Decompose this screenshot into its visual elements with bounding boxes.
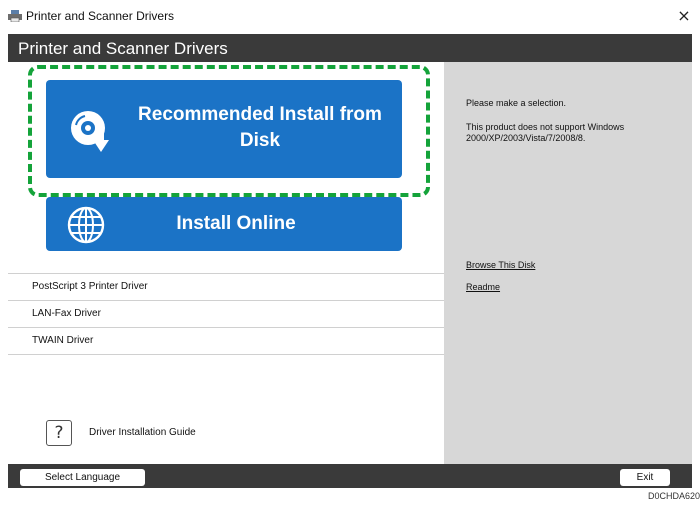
list-item-label: TWAIN Driver [32, 335, 94, 346]
browse-disk-link[interactable]: Browse This Disk [466, 260, 535, 270]
footer-bar: Select Language Exit [8, 464, 692, 488]
installation-guide-label: Driver Installation Guide [89, 427, 196, 438]
installer-window: Printer and Scanner Drivers × Printer an… [0, 0, 700, 505]
readme-link[interactable]: Readme [466, 282, 500, 292]
recommended-install-label: Recommended Install from Disk [138, 104, 382, 151]
exit-button[interactable]: Exit [620, 469, 670, 486]
list-item-postscript[interactable]: PostScript 3 Printer Driver [8, 273, 444, 300]
disc-download-icon [71, 111, 109, 152]
list-item-lan-fax[interactable]: LAN-Fax Driver [8, 300, 444, 327]
globe-icon [67, 206, 105, 244]
list-item-twain[interactable]: TWAIN Driver [8, 327, 444, 355]
right-panel: Please make a selection. This product do… [444, 62, 692, 464]
recommended-install-button[interactable]: Recommended Install from Disk [46, 80, 402, 178]
select-language-button[interactable]: Select Language [20, 469, 145, 486]
list-item-label: LAN-Fax Driver [32, 308, 101, 319]
close-button[interactable]: × [674, 6, 694, 26]
printer-icon [8, 10, 22, 22]
selection-message: Please make a selection. [466, 98, 567, 108]
page-title: Printer and Scanner Drivers [18, 39, 228, 58]
app-header: Printer and Scanner Drivers [8, 34, 692, 62]
install-online-button[interactable]: Install Online [46, 197, 402, 251]
help-icon: ? [46, 420, 72, 446]
install-online-label: Install Online [176, 213, 296, 234]
support-note: This product does not support Windows 20… [466, 122, 625, 143]
window-title: Printer and Scanner Drivers [26, 9, 175, 23]
list-item-label: PostScript 3 Printer Driver [32, 281, 148, 292]
figure-code: D0CHDA620 [647, 491, 700, 501]
left-panel: Recommended Install from Disk Install On… [8, 62, 444, 464]
title-bar: Printer and Scanner Drivers × [0, 0, 700, 34]
